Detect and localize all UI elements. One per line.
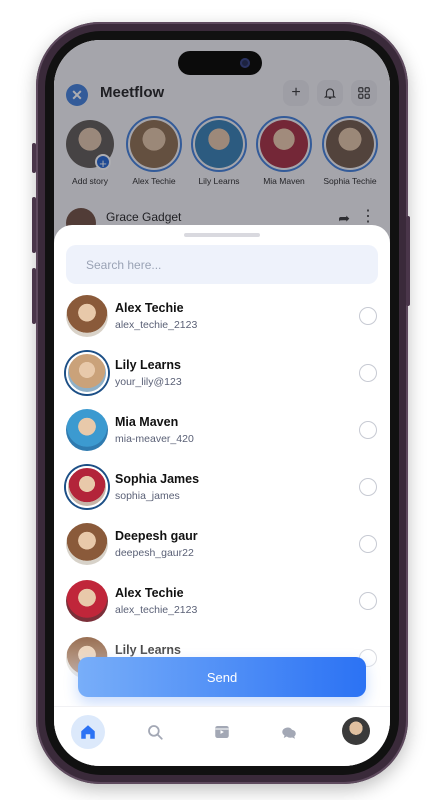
contact-row[interactable]: Deepesh gaur deepesh_gaur22 [54,523,390,580]
avatar [66,523,108,565]
contact-name: Lily Learns [115,358,181,372]
contact-handle: alex_techie_2123 [115,319,198,331]
select-radio[interactable] [359,421,377,439]
contact-name: Mia Maven [115,415,179,429]
bottom-nav [54,706,390,766]
contact-name: Alex Techie [115,586,184,600]
avatar [66,295,108,337]
select-radio[interactable] [359,478,377,496]
contact-handle: deepesh_gaur22 [115,547,194,559]
contact-row[interactable]: Mia Maven mia-meaver_420 [54,409,390,466]
contact-name: Sophia James [115,472,200,486]
nav-search[interactable] [138,715,172,749]
reels-icon [215,726,229,738]
contact-handle: sophia_james [115,490,180,502]
avatar [66,409,108,451]
avatar [66,466,108,508]
select-radio[interactable] [359,535,377,553]
phone-side-button [32,143,36,173]
nav-chat[interactable] [272,715,306,749]
contact-handle: mia-meaver_420 [115,433,194,445]
profile-avatar[interactable] [342,717,370,745]
contact-handle: your_lily@123 [115,376,182,388]
chat-icon [282,727,296,739]
contact-handle: alex_techie_2123 [115,604,198,616]
nav-home[interactable] [71,715,105,749]
contact-row[interactable]: Sophia James sophia_james [54,466,390,523]
nav-reels[interactable] [205,715,239,749]
select-radio[interactable] [359,592,377,610]
dynamic-island [178,51,262,75]
contact-row[interactable]: Alex Techie alex_techie_2123 [54,295,390,352]
share-sheet: Alex Techie alex_techie_2123 Lily Learns yo… [54,225,390,706]
phone-power-button [406,216,410,306]
phone-volume-up [32,197,36,253]
contact-row[interactable]: Lily Learns your_lily@123 [54,352,390,409]
search-input[interactable] [66,245,378,284]
phone-screen: ✕ Meetflow + + Add story Alex Techie Lil… [54,40,390,766]
camera-icon [240,58,250,68]
send-button[interactable]: Send [78,657,366,697]
select-radio[interactable] [359,307,377,325]
avatar [66,352,108,394]
avatar [66,580,108,622]
phone-volume-down [32,268,36,324]
search-icon [148,725,163,740]
select-radio[interactable] [359,364,377,382]
sheet-drag-handle[interactable] [184,233,260,237]
contact-name: Deepesh gaur [115,529,198,543]
home-icon [81,725,95,739]
contact-name: Alex Techie [115,301,184,315]
